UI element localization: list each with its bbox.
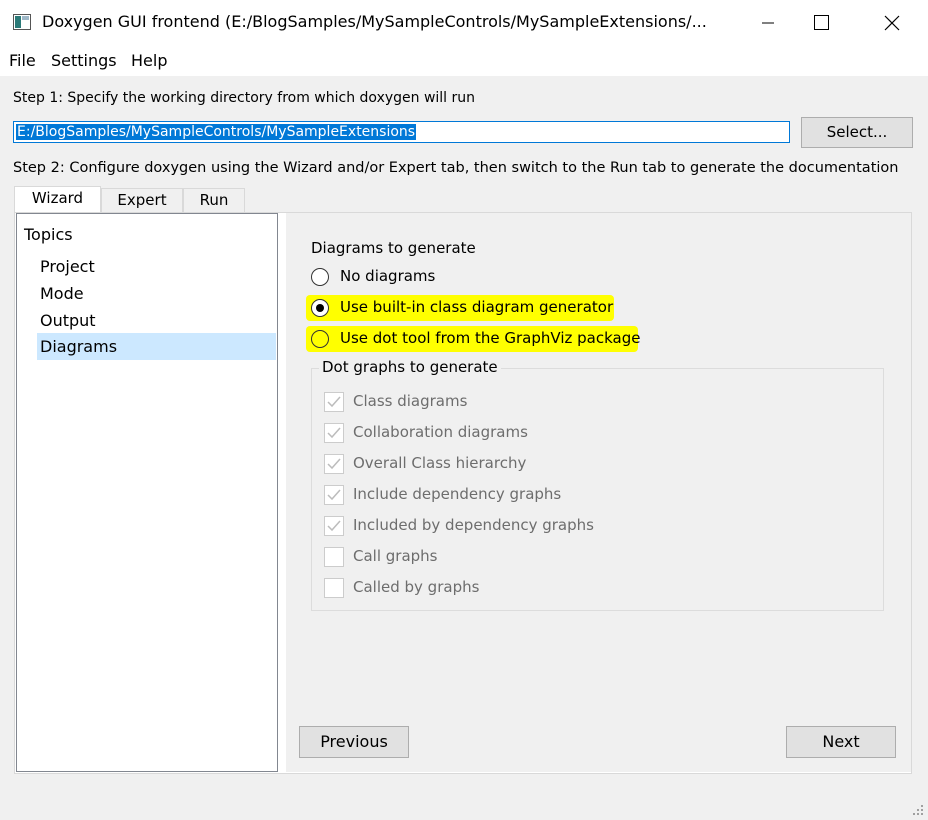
topic-item-project[interactable]: Project — [38, 254, 277, 280]
step2-label: Step 2: Configure doxygen using the Wiza… — [13, 160, 899, 176]
next-button[interactable]: Next — [786, 726, 896, 758]
dot-graphs-title: Dot graphs to generate — [319, 358, 501, 376]
working-directory-value: E:/BlogSamples/MySampleControls/MySample… — [16, 124, 417, 140]
label-called-by-graphs: Called by graphs — [353, 578, 480, 596]
radio-builtin-generator[interactable]: Use built-in class diagram generator — [311, 297, 614, 321]
previous-button[interactable]: Previous — [299, 726, 409, 758]
checkmark-icon — [327, 458, 341, 470]
title-bar: Doxygen GUI frontend (E:/BlogSamples/MyS… — [0, 0, 928, 46]
window-title: Doxygen GUI frontend (E:/BlogSamples/MyS… — [42, 12, 707, 31]
tab-expert[interactable]: Expert — [101, 188, 183, 212]
label-overall-class-hierarchy: Overall Class hierarchy — [353, 454, 527, 472]
working-directory-input[interactable]: E:/BlogSamples/MySampleControls/MySample… — [13, 121, 790, 143]
label-call-graphs: Call graphs — [353, 547, 438, 565]
checkmark-icon — [327, 520, 341, 532]
maximize-icon — [814, 15, 829, 30]
checkbox-called-by-graphs[interactable] — [324, 578, 344, 598]
topic-item-diagrams[interactable]: Diagrams — [37, 333, 276, 360]
label-class-diagrams: Class diagrams — [353, 392, 468, 410]
radio-label-builtin-generator: Use built-in class diagram generator — [340, 298, 614, 316]
topics-list: Topics Project Mode Output Diagrams — [16, 213, 278, 772]
topic-item-mode[interactable]: Mode — [38, 281, 277, 307]
radio-dot-tool[interactable]: Use dot tool from the GraphViz package — [311, 328, 640, 352]
topics-header: Topics — [24, 225, 73, 244]
menu-help[interactable]: Help — [131, 51, 167, 70]
topic-item-output[interactable]: Output — [38, 308, 277, 334]
menu-file[interactable]: File — [9, 51, 36, 70]
checkbox-include-dependency-graphs[interactable] — [324, 485, 344, 505]
select-directory-button[interactable]: Select... — [801, 117, 913, 148]
menu-settings[interactable]: Settings — [51, 51, 117, 70]
radio-no-diagrams[interactable]: No diagrams — [311, 266, 611, 290]
minimize-button[interactable] — [745, 0, 791, 46]
checkmark-icon — [327, 396, 341, 408]
close-icon — [884, 15, 900, 31]
checkbox-overall-class-hierarchy[interactable] — [324, 454, 344, 474]
menu-bar: File Settings Help — [0, 46, 928, 76]
maximize-button[interactable] — [798, 0, 844, 46]
checkmark-icon — [327, 427, 341, 439]
close-button[interactable] — [868, 0, 914, 46]
label-collaboration-diagrams: Collaboration diagrams — [353, 423, 528, 441]
resize-grip-icon[interactable] — [909, 801, 925, 817]
checkbox-call-graphs[interactable] — [324, 547, 344, 567]
radio-button-dot-tool[interactable] — [311, 330, 329, 348]
checkbox-class-diagrams[interactable] — [324, 392, 344, 412]
label-included-by-dependency-graphs: Included by dependency graphs — [353, 516, 594, 534]
doxygen-app-icon — [13, 14, 31, 30]
checkbox-collaboration-diagrams[interactable] — [324, 423, 344, 443]
radio-button-no-diagrams[interactable] — [311, 268, 329, 286]
tab-run[interactable]: Run — [183, 188, 245, 212]
tab-wizard[interactable]: Wizard — [14, 186, 101, 213]
minimize-icon — [762, 22, 774, 24]
diagrams-heading: Diagrams to generate — [311, 239, 476, 257]
radio-label-dot-tool: Use dot tool from the GraphViz package — [340, 329, 641, 347]
label-include-dependency-graphs: Include dependency graphs — [353, 485, 562, 503]
step1-label: Step 1: Specify the working directory fr… — [13, 90, 476, 106]
checkbox-included-by-dependency-graphs[interactable] — [324, 516, 344, 536]
radio-button-builtin-generator[interactable] — [311, 299, 329, 317]
checkmark-icon — [327, 489, 341, 501]
radio-label-no-diagrams: No diagrams — [340, 267, 436, 285]
